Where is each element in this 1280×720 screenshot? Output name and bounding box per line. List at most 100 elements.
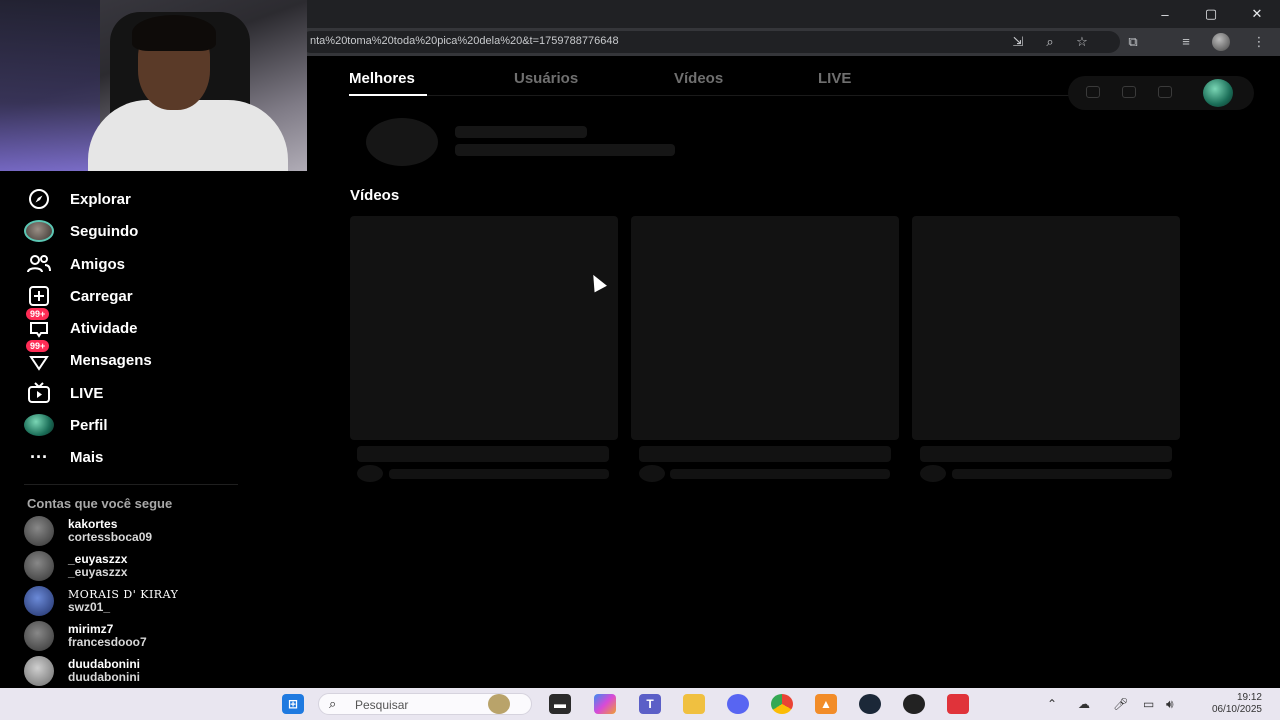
sidebar-item-mais[interactable]: ··· Mais [24,443,103,471]
sidebar-item-carregar[interactable]: Carregar [24,282,133,310]
sidebar-item-atividade[interactable]: 99+ Atividade [24,308,138,342]
following-accounts-title: Contas que você segue [27,496,173,511]
media-controls-icon[interactable]: ≡ [1177,34,1195,50]
skeleton-line [455,144,675,156]
account-item[interactable]: kakortes cortessboca09 [24,516,152,546]
sidebar-item-perfil[interactable]: Perfil [24,411,108,439]
account-item[interactable]: mirimz7 francesdooo7 [24,621,147,651]
account-item[interactable]: _euyaszzx _euyaszzx [24,551,127,581]
skeleton-line [920,446,1172,462]
install-app-icon[interactable]: ⇲ [1009,34,1027,50]
activity-icon: 99+ [24,308,54,342]
zoom-icon[interactable]: ⌕ [1041,34,1059,50]
webcam-person-shirt [88,100,288,171]
coins-icon[interactable] [1086,86,1100,98]
compass-icon [24,185,54,213]
sidebar-item-label: Atividade [70,319,138,337]
avatar [24,586,54,616]
sidebar-item-label: Amigos [70,255,126,273]
header-profile-avatar[interactable] [1203,79,1233,107]
browser-profile-avatar[interactable] [1212,33,1230,51]
skeleton-line [389,469,609,479]
sidebar-item-label: LIVE [70,384,104,402]
obs-icon[interactable] [903,694,925,714]
search-highlight-icon [488,694,510,714]
skeleton-line [952,469,1172,479]
sidebar-item-explorar[interactable]: Explorar [24,185,131,213]
sidebar-item-label: Mais [70,448,104,466]
friends-icon [24,250,54,278]
account-handle: _euyaszzx [68,565,128,579]
account-item[interactable]: duudabonini duudabonini [24,656,140,686]
upload-icon [24,282,54,310]
avatar [24,516,54,546]
steam-icon[interactable] [859,694,881,714]
account-handle: duudabonini [68,670,140,684]
taskbar-clock[interactable]: 19:12 06/10/2025 [1196,692,1262,716]
sidebar-item-label: Seguindo [70,222,139,240]
sidebar-item-label: Explorar [70,190,131,208]
search-icon: ⌕ [329,696,337,711]
sidebar-item-label: Perfil [70,416,108,434]
webcam-person-hair [132,15,216,51]
sidebar-item-label: Mensagens [70,351,152,369]
recording-app-icon[interactable] [947,694,969,714]
network-icon[interactable]: ▭ [1143,697,1154,711]
extensions-icon[interactable]: ⧉ [1124,34,1142,50]
teams-icon[interactable]: T [639,694,661,714]
onedrive-icon[interactable]: ☁ [1078,697,1090,711]
skeleton-avatar [366,118,438,166]
sidebar-item-mensagens[interactable]: 99+ Mensagens [24,340,152,374]
chevron-up-icon[interactable]: ⌃ [1047,697,1057,711]
bookmark-star-icon[interactable]: ☆ [1073,34,1091,50]
account-handle: cortessboca09 [68,530,153,544]
taskbar-search-placeholder: Pesquisar [355,698,409,712]
messages-icon: 99+ [24,340,54,374]
discord-icon[interactable] [727,694,749,714]
minimize-button[interactable]: – [1142,0,1188,28]
clock-time: 19:12 [1236,692,1262,703]
avatar [24,551,54,581]
sidebar-item-live[interactable]: LIVE [24,379,103,407]
windows-start-icon[interactable]: ⊞ [282,694,304,714]
address-bar-url[interactable]: nta%20toma%20toda%20pica%20dela%20&t=175… [310,35,619,47]
inbox-icon[interactable] [1158,86,1172,98]
volume-icon[interactable]: 🔊︎ [1166,697,1174,712]
window-controls: – ▢ ✕ [1142,0,1280,28]
account-handle: francesdooo7 [68,635,147,649]
notification-badge: 99+ [26,308,50,320]
task-view-icon[interactable]: ▬ [549,694,571,714]
live-tv-icon [24,379,54,407]
skeleton-line [357,446,609,462]
profile-avatar-icon [24,411,54,439]
tab-usuarios[interactable]: Usuários [514,70,578,87]
skeleton-line [639,446,891,462]
chrome-icon[interactable] [771,694,793,714]
skeleton-avatar [639,465,665,482]
sidebar-item-seguindo[interactable]: Seguindo [24,217,138,245]
copilot-icon[interactable] [594,694,616,714]
tab-live[interactable]: LIVE [818,70,851,87]
video-card-placeholder[interactable] [631,216,899,440]
avast-icon[interactable]: ▲ [815,694,837,714]
close-button[interactable]: ✕ [1234,0,1280,28]
video-card-placeholder[interactable] [350,216,618,440]
tab-melhores[interactable]: Melhores [349,70,415,87]
avatar [24,656,54,686]
account-item[interactable]: MORAIS D' KIRAY swz01_ [24,586,178,616]
webcam-overlay [0,0,307,171]
sidebar-divider [24,484,238,485]
restore-button[interactable]: ▢ [1188,0,1234,28]
account-handle: swz01_ [68,600,111,614]
skeleton-avatar [920,465,946,482]
tab-videos[interactable]: Vídeos [674,70,723,87]
video-card-placeholder[interactable] [912,216,1180,440]
skeleton-avatar [357,465,383,482]
download-app-icon[interactable] [1122,86,1136,98]
sidebar-item-amigos[interactable]: Amigos [24,250,125,278]
avatar [24,621,54,651]
videos-section-title: Vídeos [350,187,400,204]
microphone-icon[interactable]: 🎤︎ [1113,697,1128,711]
browser-menu-icon[interactable]: ⋮ [1250,34,1268,50]
file-explorer-icon[interactable] [683,694,705,714]
